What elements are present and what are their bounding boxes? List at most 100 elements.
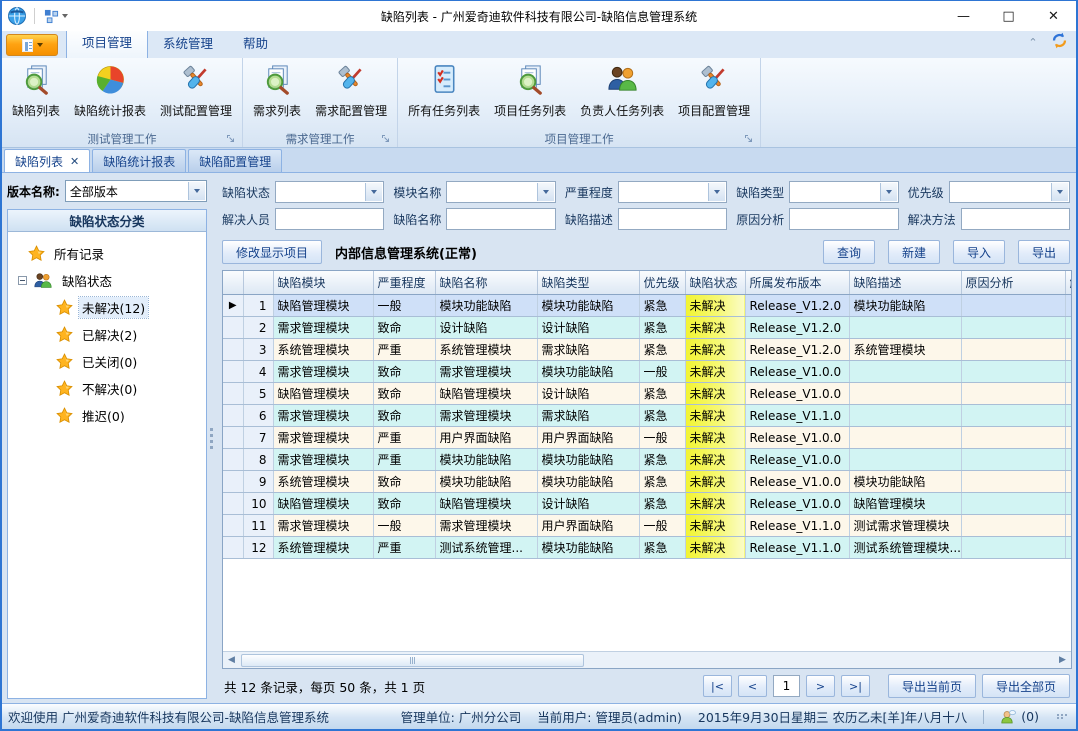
modify-display-items-button[interactable]: 修改显示项目 <box>222 240 322 264</box>
tree-item-5[interactable]: 已关闭(0) <box>18 348 204 375</box>
page-number-input[interactable]: 1 <box>773 675 800 697</box>
ribbon-tab-2[interactable]: 系统管理 <box>148 28 228 58</box>
ribbon-button-3-4[interactable]: 项目配置管理 <box>671 59 757 120</box>
tree-item-6[interactable]: 不解决(0) <box>18 375 204 402</box>
version-dropdown[interactable]: 全部版本 <box>65 180 207 202</box>
row-selector-cell[interactable] <box>223 427 243 449</box>
ribbon-tab-1[interactable]: 项目管理 <box>66 27 148 58</box>
column-header-5[interactable]: 优先级 <box>639 271 685 295</box>
column-header-2[interactable]: 严重程度 <box>373 271 435 295</box>
table-row[interactable]: 6需求管理模块致命需求管理模块需求缺陷紧急未解决Release_V1.1.0 <box>223 405 1071 427</box>
dropdown-button[interactable] <box>1051 183 1068 201</box>
close-tab-icon[interactable]: ✕ <box>70 155 79 168</box>
filter-dropdown[interactable] <box>446 181 555 203</box>
row-selector-cell[interactable] <box>223 537 243 559</box>
ribbon-button-3-3[interactable]: 负责人任务列表 <box>573 59 671 120</box>
row-selector-cell[interactable] <box>223 317 243 339</box>
ribbon-button-1-1[interactable]: 缺陷列表 <box>5 59 67 120</box>
document-tab-3[interactable]: 缺陷配置管理 <box>188 149 282 172</box>
tree-item-1[interactable]: 所有记录 <box>18 240 204 267</box>
dropdown-button[interactable] <box>537 183 554 201</box>
ribbon-button-2-1[interactable]: 需求列表 <box>246 59 308 120</box>
column-header-10[interactable]: 解决方法 <box>1065 271 1071 295</box>
row-selector-cell[interactable] <box>223 471 243 493</box>
row-selector-cell[interactable] <box>223 339 243 361</box>
dropdown-button[interactable] <box>708 183 725 201</box>
filter-input[interactable] <box>618 208 727 230</box>
table-row[interactable]: 4需求管理模块致命需求管理模块模块功能缺陷一般未解决Release_V1.0.0 <box>223 361 1071 383</box>
scroll-left-icon[interactable]: ◀ <box>224 654 239 667</box>
column-header-3[interactable]: 缺陷名称 <box>435 271 537 295</box>
row-selector-cell[interactable] <box>223 361 243 383</box>
dialog-launcher-icon[interactable] <box>381 134 392 145</box>
document-tab-1[interactable]: 缺陷列表✕ <box>4 149 90 172</box>
tree-item-7[interactable]: 推迟(0) <box>18 402 204 429</box>
dialog-launcher-icon[interactable] <box>226 134 237 145</box>
column-header-8[interactable]: 缺陷描述 <box>849 271 961 295</box>
column-header-9[interactable]: 原因分析 <box>961 271 1065 295</box>
row-selector-cell[interactable] <box>223 515 243 537</box>
table-row[interactable]: 2需求管理模块致命设计缺陷设计缺陷紧急未解决Release_V1.2.0 <box>223 317 1071 339</box>
filter-input[interactable] <box>446 208 555 230</box>
dropdown-button[interactable] <box>188 182 205 200</box>
table-row[interactable]: 5缺陷管理模块致命缺陷管理模块设计缺陷紧急未解决Release_V1.0.0 <box>223 383 1071 405</box>
export-all-pages-button[interactable]: 导出全部页 <box>982 674 1070 698</box>
column-header-7[interactable]: 所属发布版本 <box>745 271 849 295</box>
help-refresh-icon[interactable] <box>1051 32 1068 53</box>
ribbon-button-2-2[interactable]: 需求配置管理 <box>308 59 394 120</box>
collapse-ribbon-icon[interactable]: ⌃ <box>1025 35 1041 51</box>
table-row[interactable]: 9系统管理模块致命模块功能缺陷模块功能缺陷紧急未解决Release_V1.0.0… <box>223 471 1071 493</box>
filter-input[interactable] <box>789 208 898 230</box>
table-row[interactable]: 12系统管理模块严重测试系统管理...模块功能缺陷紧急未解决Release_V1… <box>223 537 1071 559</box>
quick-access-toolbar-button[interactable] <box>42 7 70 26</box>
row-selector-cell[interactable] <box>223 383 243 405</box>
column-header-6[interactable]: 缺陷状态 <box>685 271 745 295</box>
row-selector-cell[interactable]: ▶ <box>223 295 243 317</box>
table-row[interactable]: 3系统管理模块严重系统管理模块需求缺陷紧急未解决Release_V1.2.0系统… <box>223 339 1071 361</box>
ribbon-button-3-1[interactable]: 所有任务列表 <box>401 59 487 120</box>
ribbon-tab-3[interactable]: 帮助 <box>228 28 283 58</box>
table-row[interactable]: ▶1缺陷管理模块一般模块功能缺陷模块功能缺陷紧急未解决Release_V1.2.… <box>223 295 1071 317</box>
last-page-button[interactable]: >| <box>841 675 870 697</box>
horizontal-scrollbar[interactable]: ◀ ▶ <box>223 651 1071 668</box>
first-page-button[interactable]: |< <box>703 675 732 697</box>
scroll-right-icon[interactable]: ▶ <box>1055 654 1070 667</box>
next-page-button[interactable]: > <box>806 675 835 697</box>
ribbon-button-1-3[interactable]: 测试配置管理 <box>153 59 239 120</box>
filter-dropdown[interactable] <box>949 181 1070 203</box>
minimize-button[interactable]: — <box>941 2 986 31</box>
dropdown-button[interactable] <box>365 183 382 201</box>
messages-indicator[interactable]: (0) <box>1000 709 1039 725</box>
filter-dropdown[interactable] <box>618 181 727 203</box>
resize-grip[interactable] <box>1057 714 1068 719</box>
tree-item-3[interactable]: 未解决(12) <box>18 294 204 321</box>
scrollbar-track[interactable] <box>239 654 1055 667</box>
export-current-page-button[interactable]: 导出当前页 <box>888 674 976 698</box>
column-header-4[interactable]: 缺陷类型 <box>537 271 639 295</box>
row-selector-cell[interactable] <box>223 449 243 471</box>
column-header-1[interactable]: 缺陷模块 <box>273 271 373 295</box>
filter-dropdown[interactable] <box>789 181 898 203</box>
query-button[interactable]: 查询 <box>823 240 875 264</box>
filter-input[interactable] <box>275 208 384 230</box>
export-button[interactable]: 导出 <box>1018 240 1070 264</box>
ribbon-button-1-2[interactable]: 缺陷统计报表 <box>67 59 153 120</box>
collapse-expander-icon[interactable] <box>18 276 27 285</box>
splitter-handle[interactable] <box>207 173 215 703</box>
close-button[interactable]: ✕ <box>1031 2 1076 31</box>
prev-page-button[interactable]: < <box>738 675 767 697</box>
table-row[interactable]: 10缺陷管理模块致命缺陷管理模块设计缺陷紧急未解决Release_V1.0.0缺… <box>223 493 1071 515</box>
table-row[interactable]: 8需求管理模块严重模块功能缺陷模块功能缺陷紧急未解决Release_V1.0.0 <box>223 449 1071 471</box>
import-button[interactable]: 导入 <box>953 240 1005 264</box>
dialog-launcher-icon[interactable] <box>744 134 755 145</box>
dropdown-button[interactable] <box>880 183 897 201</box>
maximize-button[interactable]: □ <box>986 2 1031 31</box>
row-selector-cell[interactable] <box>223 405 243 427</box>
tree-item-2[interactable]: 缺陷状态 <box>18 267 204 294</box>
filter-dropdown[interactable] <box>275 181 384 203</box>
document-tab-2[interactable]: 缺陷统计报表 <box>92 149 186 172</box>
ribbon-button-3-2[interactable]: 项目任务列表 <box>487 59 573 120</box>
application-menu-button[interactable] <box>6 34 58 56</box>
row-selector-cell[interactable] <box>223 493 243 515</box>
tree-item-4[interactable]: 已解决(2) <box>18 321 204 348</box>
